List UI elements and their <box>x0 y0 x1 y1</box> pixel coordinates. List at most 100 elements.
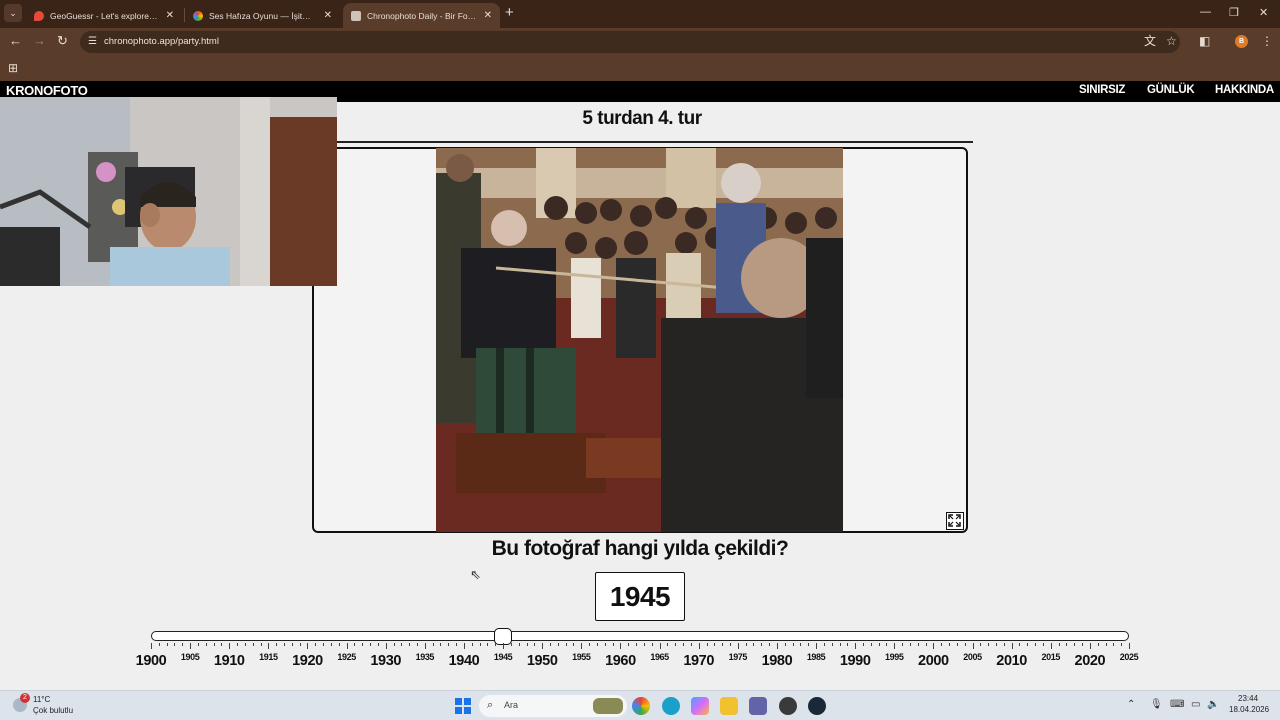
tab-ses-hafiza[interactable]: Ses Hafıza Oyunu — İşitme Yet ✕ <box>185 3 340 28</box>
mouse-cursor-icon: ⇖ <box>470 567 481 582</box>
slider-tick <box>737 643 739 649</box>
close-icon[interactable]: ✕ <box>484 10 492 21</box>
year-slider[interactable] <box>151 631 1129 641</box>
webcam-overlay <box>0 97 337 286</box>
slider-tick <box>636 643 638 646</box>
slider-tick <box>565 643 567 646</box>
file-explorer-icon[interactable] <box>720 697 738 715</box>
slider-tick <box>667 643 669 646</box>
tab-geoguessr[interactable]: GeoGuessr - Let's explore the w ✕ <box>26 3 182 28</box>
forward-arrow-icon[interactable]: → <box>33 34 46 48</box>
apps-grid-icon[interactable]: ⊞ <box>8 61 18 75</box>
edge-icon[interactable] <box>662 697 680 715</box>
back-arrow-icon[interactable]: ← <box>9 34 22 48</box>
slider-tick <box>698 643 700 649</box>
slider-tick <box>792 643 794 646</box>
bookmark-star-icon[interactable]: ☆ <box>1166 34 1177 48</box>
slider-tick <box>839 643 841 646</box>
nav-sinirsiz[interactable]: SINIRSIZ <box>1079 84 1125 96</box>
slider-tick <box>1074 643 1076 646</box>
title-divider <box>312 141 973 143</box>
nav-gunluk[interactable]: GÜNLÜK <box>1147 84 1195 96</box>
slider-tick <box>440 643 442 646</box>
slider-tick <box>690 643 692 646</box>
tab-label: GeoGuessr - Let's explore the w <box>50 10 160 21</box>
weather-temperature[interactable]: 11°C <box>33 695 50 704</box>
slider-minor-label: 1985 <box>806 652 826 662</box>
display-icon[interactable]: ▭ <box>1191 699 1200 710</box>
fullscreen-icon[interactable] <box>946 512 964 530</box>
slider-tick <box>706 643 708 646</box>
slider-tick <box>1011 643 1013 649</box>
keyboard-icon[interactable]: ⌨ <box>1170 699 1184 710</box>
slider-major-label: 1990 <box>839 653 871 669</box>
slider-tick <box>1113 643 1115 646</box>
window-close-icon[interactable]: ✕ <box>1259 6 1268 19</box>
steam-icon[interactable] <box>808 697 826 715</box>
slider-tick <box>237 643 239 646</box>
slider-tick <box>659 643 661 649</box>
windows-start-icon[interactable] <box>455 698 471 714</box>
extensions-puzzle-icon[interactable]: ◧ <box>1199 34 1210 48</box>
nav-hakkinda[interactable]: HAKKINDA <box>1215 84 1274 96</box>
close-icon[interactable]: ✕ <box>324 10 332 21</box>
slider-tick <box>197 643 199 646</box>
tab-chronophoto[interactable]: Chronophoto Daily - Bir Fotoğ ✕ <box>343 3 500 28</box>
slider-tick <box>448 643 450 646</box>
teams-icon[interactable] <box>749 697 767 715</box>
slider-tick <box>823 643 825 646</box>
slider-tick <box>479 643 481 646</box>
tab-search-chevron-icon[interactable]: ⌄ <box>4 4 22 22</box>
tab-label: Chronophoto Daily - Bir Fotoğ <box>367 10 478 21</box>
slider-tick <box>409 643 411 646</box>
menu-kebab-icon[interactable]: ⋮ <box>1261 34 1273 48</box>
slider-tick <box>401 643 403 646</box>
obs-icon[interactable] <box>779 697 797 715</box>
slider-tick <box>174 643 176 646</box>
copilot-icon[interactable] <box>691 697 709 715</box>
chrome-icon[interactable] <box>632 697 650 715</box>
map-pin-icon <box>34 10 44 21</box>
slider-minor-label: 2015 <box>1041 652 1061 662</box>
browser-toolbar: ← → ↻ ☰ chronophoto.app/party.html 文 ☆ ◧… <box>0 28 1280 56</box>
round-title: 5 turdan 4. tur <box>582 108 702 129</box>
slider-tick <box>972 643 974 649</box>
historical-photo[interactable] <box>436 148 843 532</box>
slider-major-label: 1960 <box>605 653 636 669</box>
reload-icon[interactable]: ↻ <box>57 34 68 48</box>
tab-label: Ses Hafıza Oyunu — İşitme Yet <box>209 10 318 21</box>
slider-tick <box>870 643 872 646</box>
slider-tick <box>675 643 677 646</box>
slider-tick <box>307 643 309 649</box>
tray-chevron-icon[interactable]: ⌃ <box>1127 699 1135 710</box>
site-info-icon[interactable]: ☰ <box>88 36 97 47</box>
slider-tick <box>495 643 497 646</box>
profile-avatar[interactable]: B <box>1235 35 1248 48</box>
address-bar[interactable]: ☰ chronophoto.app/party.html <box>80 31 1180 53</box>
weather-description[interactable]: Çok bulutlu <box>33 706 73 715</box>
minimize-icon[interactable]: — <box>1200 6 1211 18</box>
slider-tick <box>949 643 951 646</box>
microphone-icon[interactable]: 🎙 <box>1150 699 1163 710</box>
new-tab-icon[interactable]: + <box>505 5 514 21</box>
notification-badge: 2 <box>20 693 30 703</box>
slider-major-label: 2010 <box>996 653 1027 669</box>
translate-icon[interactable]: 文 <box>1144 34 1156 48</box>
restore-icon[interactable]: ❐ <box>1229 6 1239 19</box>
slider-tick <box>417 643 419 646</box>
volume-icon[interactable]: 🔈 <box>1207 699 1219 710</box>
taskbar-search[interactable]: ⌕ Ara <box>479 695 627 717</box>
slider-tick <box>1082 643 1084 646</box>
site-logo[interactable]: KRONOFOTO <box>6 83 88 98</box>
clock-time[interactable]: 23:44 <box>1238 694 1258 703</box>
slider-tick <box>1035 643 1037 646</box>
slider-tick <box>855 643 857 649</box>
slider-minor-label: 1935 <box>415 652 435 662</box>
slider-tick <box>1003 643 1005 646</box>
slider-tick <box>182 643 184 646</box>
slider-tick <box>463 643 465 649</box>
clock-date[interactable]: 18.04.2026 <box>1229 705 1269 714</box>
slider-tick <box>894 643 896 649</box>
close-icon[interactable]: ✕ <box>166 10 174 21</box>
slider-tick <box>550 643 552 646</box>
